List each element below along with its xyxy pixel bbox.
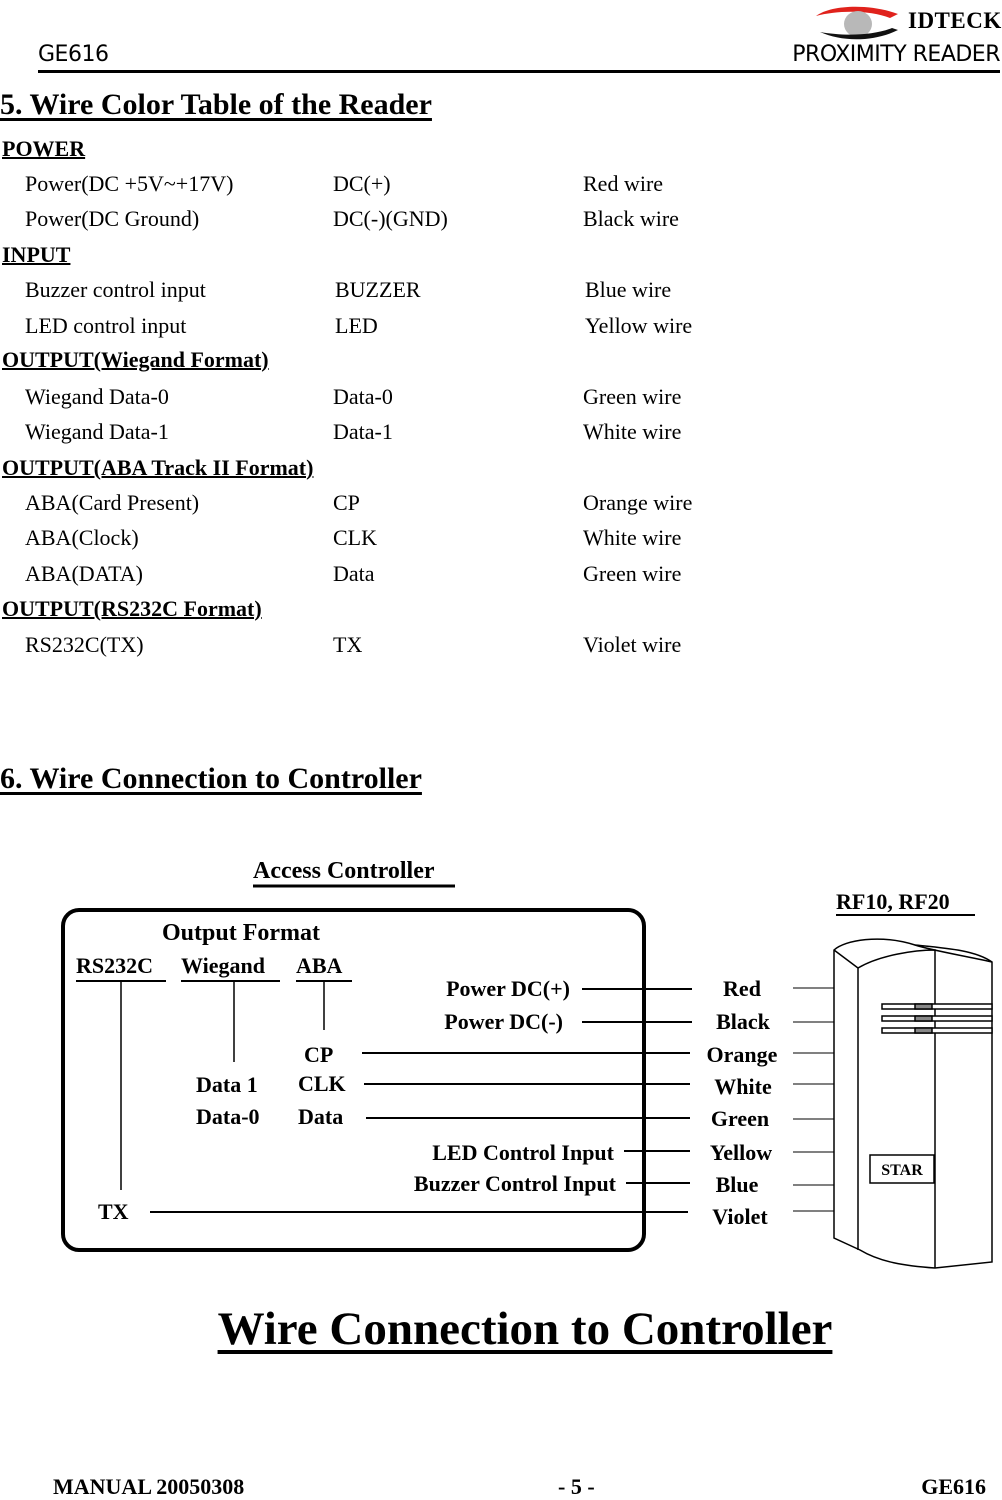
- terminal-led: LED Control Input: [432, 1140, 614, 1165]
- terminal-cp: CP: [304, 1042, 333, 1067]
- table-row: Wiegand Data-0 Data-0 Green wire: [0, 384, 1002, 412]
- wire-color: Green wire: [583, 384, 682, 409]
- wire-color: Blue wire: [585, 277, 672, 302]
- wire-signal: Data-1: [333, 419, 393, 444]
- wire-signal: BUZZER: [335, 277, 421, 302]
- wire-function: ABA(DATA): [25, 561, 144, 586]
- wiring-diagram: Access Controller Output Format RS232C W…: [0, 840, 1002, 1280]
- wire-color: Violet wire: [583, 632, 682, 657]
- wire-label-green: Green: [711, 1106, 769, 1131]
- wire-label-orange: Orange: [707, 1042, 778, 1067]
- wire-signal: CP: [333, 490, 360, 515]
- wire-signal: Data: [333, 561, 375, 586]
- wire-label-black: Black: [716, 1009, 771, 1034]
- figure-caption: Wire Connection to Controller: [0, 1302, 1002, 1356]
- wire-function: Wiegand Data-1: [25, 419, 169, 444]
- wire-signal: Data-0: [333, 384, 393, 409]
- wire-function: RS232C(TX): [25, 632, 144, 657]
- wire-function: LED control input: [25, 313, 187, 338]
- table-row: ABA(DATA) Data Green wire: [0, 561, 1002, 589]
- wire-color: White wire: [583, 525, 682, 550]
- terminal-power-minus: Power DC(-): [444, 1009, 563, 1034]
- wire-label-red: Red: [723, 976, 761, 1001]
- table-row: Power(DC Ground) DC(-)(GND) Black wire: [0, 206, 1002, 234]
- wire-signal: CLK: [333, 525, 377, 550]
- format-rs232c: RS232C: [76, 953, 153, 978]
- idteck-logo: IDTECK: [812, 2, 1002, 42]
- terminal-data: Data: [298, 1104, 343, 1129]
- format-aba: ABA: [296, 953, 343, 978]
- wire-label-blue: Blue: [716, 1172, 759, 1197]
- group-title-wiegand: OUTPUT(Wiegand Format): [2, 347, 269, 372]
- section-5-title: 5. Wire Color Table of the Reader: [0, 88, 432, 121]
- section-6-title: 6. Wire Connection to Controller: [0, 762, 422, 795]
- footer-page-number: - 5 -: [558, 1474, 595, 1499]
- terminal-data1: Data 1: [196, 1072, 258, 1097]
- terminal-clk: CLK: [298, 1071, 346, 1096]
- wire-function: Buzzer control input: [25, 277, 206, 302]
- group-title-input: INPUT: [2, 242, 71, 267]
- wire-function: Wiegand Data-0: [25, 384, 169, 409]
- format-wiegand: Wiegand: [181, 953, 265, 978]
- group-title-power: POWER: [2, 136, 86, 161]
- reader-wire-stubs: [793, 987, 834, 1212]
- terminal-buzzer: Buzzer Control Input: [414, 1171, 617, 1196]
- wire-color: Red wire: [583, 171, 664, 196]
- reader-model-label: RF10, RF20: [836, 889, 950, 914]
- output-format-label: Output Format: [162, 920, 320, 946]
- terminal-data0: Data-0: [196, 1104, 260, 1129]
- wire-label-white: White: [714, 1074, 772, 1099]
- table-row: RS232C(TX) TX Violet wire: [0, 632, 1002, 660]
- footer-model: GE616: [921, 1474, 986, 1499]
- footer-manual: MANUAL 20050308: [53, 1474, 245, 1499]
- header-model: GE616: [38, 42, 109, 67]
- access-controller-label: Access Controller: [253, 858, 435, 884]
- wire-function: ABA(Card Present): [25, 490, 200, 515]
- table-row: ABA(Clock) CLK White wire: [0, 525, 1002, 553]
- reader-device-icon: [833, 938, 993, 1269]
- group-title-aba: OUTPUT(ABA Track II Format): [2, 455, 314, 480]
- wire-signal: LED: [335, 313, 378, 338]
- header-product: PROXIMITY READER: [792, 42, 1000, 67]
- table-row: Wiegand Data-1 Data-1 White wire: [0, 419, 1002, 447]
- logo-swoosh-icon: [816, 6, 898, 40]
- figure-caption-text: Wire Connection to Controller: [217, 1303, 833, 1355]
- table-row: Power(DC +5V~+17V) DC(+) Red wire: [0, 171, 1002, 199]
- wire-signal: DC(-)(GND): [333, 206, 448, 231]
- wire-label-yellow: Yellow: [710, 1140, 772, 1165]
- wire-function: ABA(Clock): [25, 525, 139, 550]
- terminal-power-plus: Power DC(+): [446, 976, 570, 1001]
- wiring-diagram-svg: Access Controller Output Format RS232C W…: [61, 858, 993, 1269]
- terminal-tx: TX: [98, 1199, 129, 1224]
- group-title-rs232c: OUTPUT(RS232C Format): [2, 596, 262, 621]
- wire-function: Power(DC +5V~+17V): [25, 171, 234, 196]
- table-row: ABA(Card Present) CP Orange wire: [0, 490, 1002, 518]
- wire-color: White wire: [583, 419, 682, 444]
- wire-signal: DC(+): [333, 171, 391, 196]
- wire-label-violet: Violet: [712, 1204, 768, 1229]
- wire-color: Yellow wire: [585, 313, 693, 338]
- wire-color: Orange wire: [583, 490, 693, 515]
- table-row: Buzzer control input BUZZER Blue wire: [0, 277, 1002, 305]
- page-footer: MANUAL 20050308 - 5 - GE616: [0, 1474, 1002, 1500]
- wire-color: Black wire: [583, 206, 679, 231]
- table-row: LED control input LED Yellow wire: [0, 313, 1002, 341]
- page-header: GE616 PROXIMITY READER: [38, 42, 1000, 73]
- wire-signal: TX: [333, 632, 363, 657]
- logo-text: IDTECK: [908, 8, 1002, 33]
- wire-color: Green wire: [583, 561, 682, 586]
- wire-function: Power(DC Ground): [25, 206, 200, 231]
- reader-badge: STAR: [881, 1162, 923, 1179]
